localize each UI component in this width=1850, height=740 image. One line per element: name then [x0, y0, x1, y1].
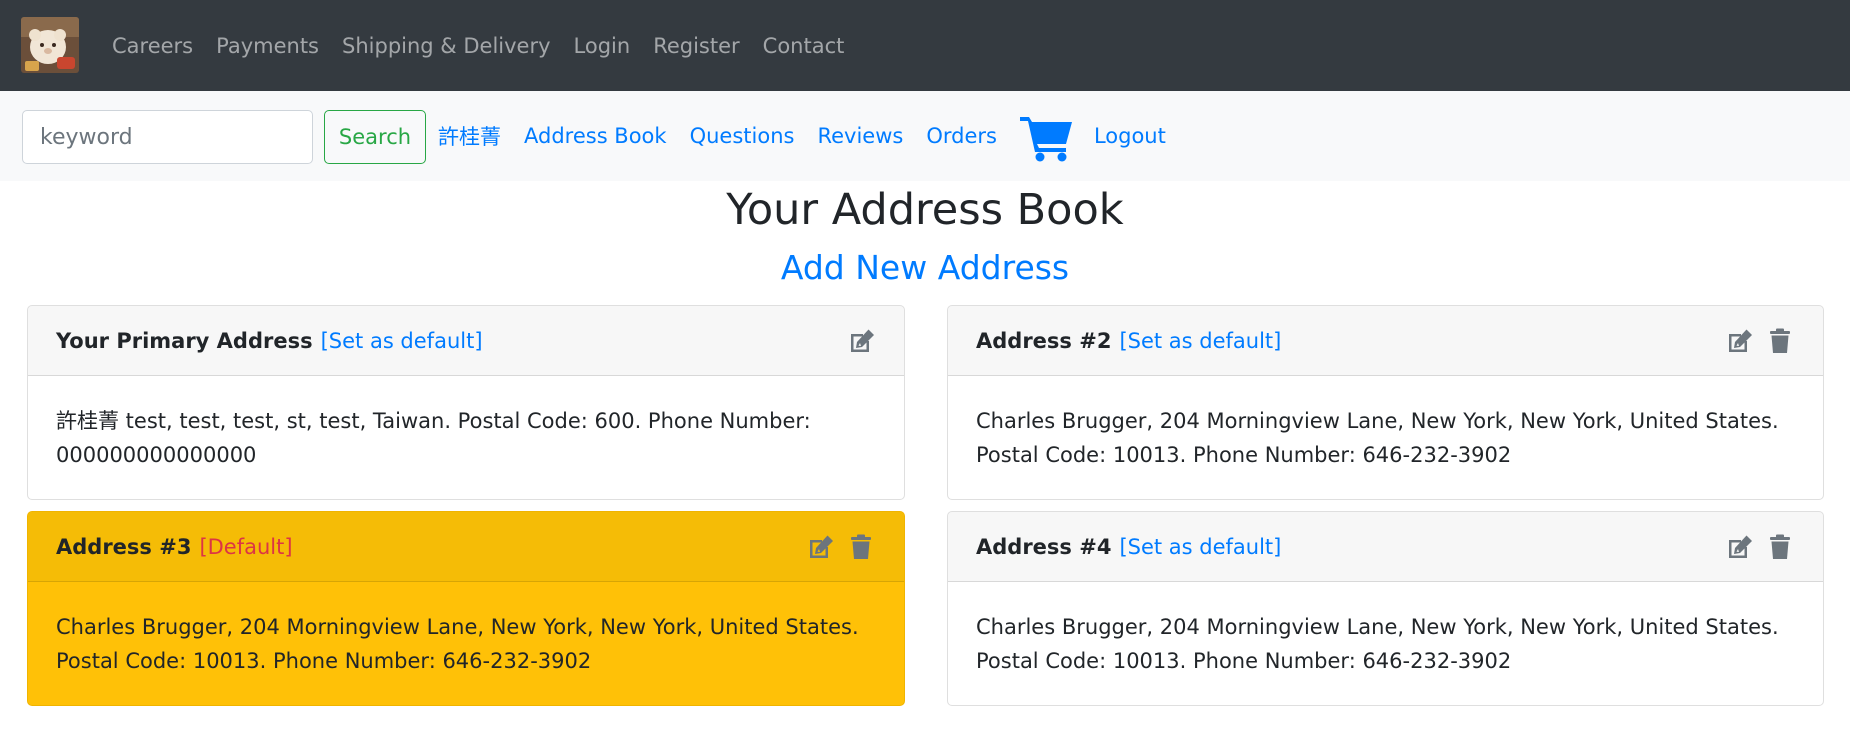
nav-link-shipping-delivery[interactable]: Shipping & Delivery [342, 34, 551, 58]
nav-link-questions[interactable]: Questions [690, 124, 795, 148]
edit-icon[interactable] [1727, 534, 1754, 560]
address-card-title: Your Primary Address [56, 328, 313, 353]
nav-link-reviews[interactable]: Reviews [817, 124, 903, 148]
top-nav-links: Careers Payments Shipping & Delivery Log… [112, 0, 867, 91]
nav-link-address-book[interactable]: Address Book [524, 124, 667, 148]
set-default-link[interactable]: [Set as default] [1119, 535, 1281, 559]
trash-icon[interactable] [849, 534, 876, 560]
card-actions [1727, 534, 1795, 560]
address-card-body: Charles Brugger, 204 Morningview Lane, N… [976, 409, 1779, 467]
address-card-title: Address #4 [976, 534, 1112, 559]
search-placeholder: keyword [40, 124, 133, 150]
address-card-header: Address #3 [Default] [28, 512, 904, 582]
search-input[interactable]: keyword [22, 110, 313, 164]
top-navbar: Careers Payments Shipping & Delivery Log… [0, 0, 1850, 91]
address-card-header: Address #4 [Set as default] [948, 512, 1823, 582]
address-card-body: 許桂菁 test, test, test, st, test, Taiwan. … [56, 409, 811, 467]
edit-icon[interactable] [849, 328, 876, 354]
secondary-navbar: keyword Search 許桂菁 Address Book Question… [0, 91, 1850, 181]
address-card-header: Address #2 [Set as default] [948, 306, 1823, 376]
account-nav: 許桂菁 Address Book Questions Reviews Order… [438, 91, 1189, 181]
nav-link-contact[interactable]: Contact [763, 34, 845, 58]
nav-link-careers[interactable]: Careers [112, 34, 193, 58]
nav-link-orders[interactable]: Orders [926, 124, 997, 148]
search-button[interactable]: Search [324, 110, 426, 164]
add-new-address-link[interactable]: Add New Address [0, 244, 1850, 292]
page-title: Your Address Book [726, 185, 1124, 235]
card-actions [1727, 328, 1795, 354]
trash-icon[interactable] [1768, 534, 1795, 560]
address-card-primary: Your Primary Address [Set as default] 許桂… [27, 305, 905, 500]
address-card-title: Address #2 [976, 328, 1112, 353]
address-card-header: Your Primary Address [Set as default] [28, 306, 904, 376]
nav-link-payments[interactable]: Payments [216, 34, 319, 58]
default-badge: [Default] [199, 534, 293, 559]
user-name-link[interactable]: 許桂菁 [438, 121, 501, 151]
address-card-4: Address #4 [Set as default] Charles Brug… [947, 511, 1824, 706]
logo-image[interactable] [21, 17, 79, 73]
address-card-3-default: Address #3 [Default] Charles Brugger, 20… [27, 511, 905, 706]
address-card-body: Charles Brugger, 204 Morningview Lane, N… [56, 615, 859, 673]
cart-icon[interactable] [1019, 114, 1074, 162]
edit-icon[interactable] [808, 534, 835, 560]
nav-link-register[interactable]: Register [653, 34, 739, 58]
trash-icon[interactable] [1768, 328, 1795, 354]
address-card-title: Address #3 [56, 534, 192, 559]
edit-icon[interactable] [1727, 328, 1754, 354]
logout-link[interactable]: Logout [1094, 124, 1166, 148]
card-actions [849, 328, 876, 354]
card-actions [808, 534, 876, 560]
address-card-body: Charles Brugger, 204 Morningview Lane, N… [976, 615, 1779, 673]
nav-link-login[interactable]: Login [574, 34, 631, 58]
set-default-link[interactable]: [Set as default] [1119, 329, 1281, 353]
set-default-link[interactable]: [Set as default] [321, 329, 483, 353]
address-card-2: Address #2 [Set as default] Charles Brug… [947, 305, 1824, 500]
